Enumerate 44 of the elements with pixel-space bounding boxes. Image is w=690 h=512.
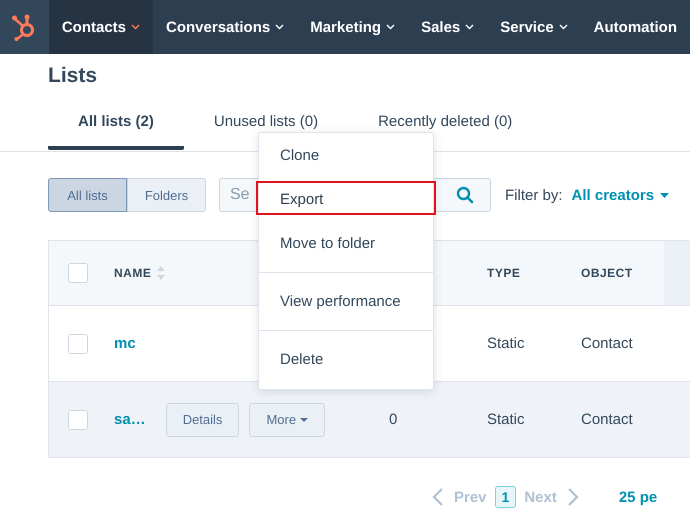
list-name-link[interactable]: mc bbox=[114, 335, 136, 352]
per-page-dropdown[interactable]: 25 pe bbox=[618, 488, 658, 506]
menu-item[interactable]: Move to folder bbox=[259, 221, 433, 265]
filter-label: Filter by: bbox=[505, 186, 563, 204]
nav-menu-item[interactable]: Conversations bbox=[153, 0, 298, 54]
nav-menu-item[interactable]: Marketing bbox=[297, 0, 408, 54]
caret-down-icon bbox=[300, 418, 308, 422]
sort-icon[interactable] bbox=[157, 266, 166, 280]
view-toggle-button[interactable]: All lists bbox=[48, 178, 127, 212]
select-all-checkbox[interactable] bbox=[68, 263, 88, 283]
nav-menu-item[interactable]: Contacts bbox=[48, 0, 154, 54]
row-action-button[interactable]: More bbox=[249, 402, 326, 436]
chevron-down-icon bbox=[386, 24, 396, 30]
caret-down-icon bbox=[660, 192, 670, 198]
logo-icon[interactable] bbox=[0, 0, 49, 54]
row-checkbox[interactable] bbox=[68, 334, 88, 354]
table-row[interactable]: sa… Details More 0 Static Contact bbox=[49, 381, 690, 457]
nav-menu-item[interactable]: Sales bbox=[408, 0, 488, 54]
chevron-down-icon bbox=[558, 24, 568, 30]
table-cell: Contact bbox=[581, 335, 633, 352]
row-checkbox[interactable] bbox=[68, 410, 88, 430]
table-cell: 0 bbox=[389, 411, 398, 428]
chevron-down-icon bbox=[275, 24, 284, 30]
creator-filter-dropdown[interactable]: All creators bbox=[562, 186, 670, 204]
view-toggle-button[interactable]: Folders bbox=[127, 178, 206, 212]
menu-item[interactable]: Export bbox=[259, 177, 433, 221]
nav-menu-item[interactable]: Automation bbox=[580, 0, 690, 54]
row-action-button[interactable]: Details bbox=[166, 402, 240, 436]
table-cell: Static bbox=[487, 411, 525, 428]
search-icon bbox=[456, 186, 474, 204]
menu-item[interactable]: View performance bbox=[259, 272, 433, 323]
table-cell: Contact bbox=[581, 411, 633, 428]
column-header: OBJECT bbox=[581, 266, 633, 280]
previous-page-icon[interactable] bbox=[432, 487, 444, 507]
nav-menu-item[interactable]: Service bbox=[487, 0, 581, 54]
chevron-down-icon bbox=[131, 24, 140, 30]
column-header[interactable]: NAME bbox=[114, 266, 152, 280]
search-button[interactable] bbox=[439, 178, 491, 212]
table-cell: Static bbox=[487, 335, 525, 352]
page-title: Lists bbox=[48, 63, 98, 89]
chevron-down-icon bbox=[465, 24, 474, 30]
menu-item[interactable]: Delete bbox=[259, 330, 433, 381]
next-page-icon[interactable] bbox=[566, 487, 579, 507]
column-header: TYPE bbox=[487, 266, 520, 280]
